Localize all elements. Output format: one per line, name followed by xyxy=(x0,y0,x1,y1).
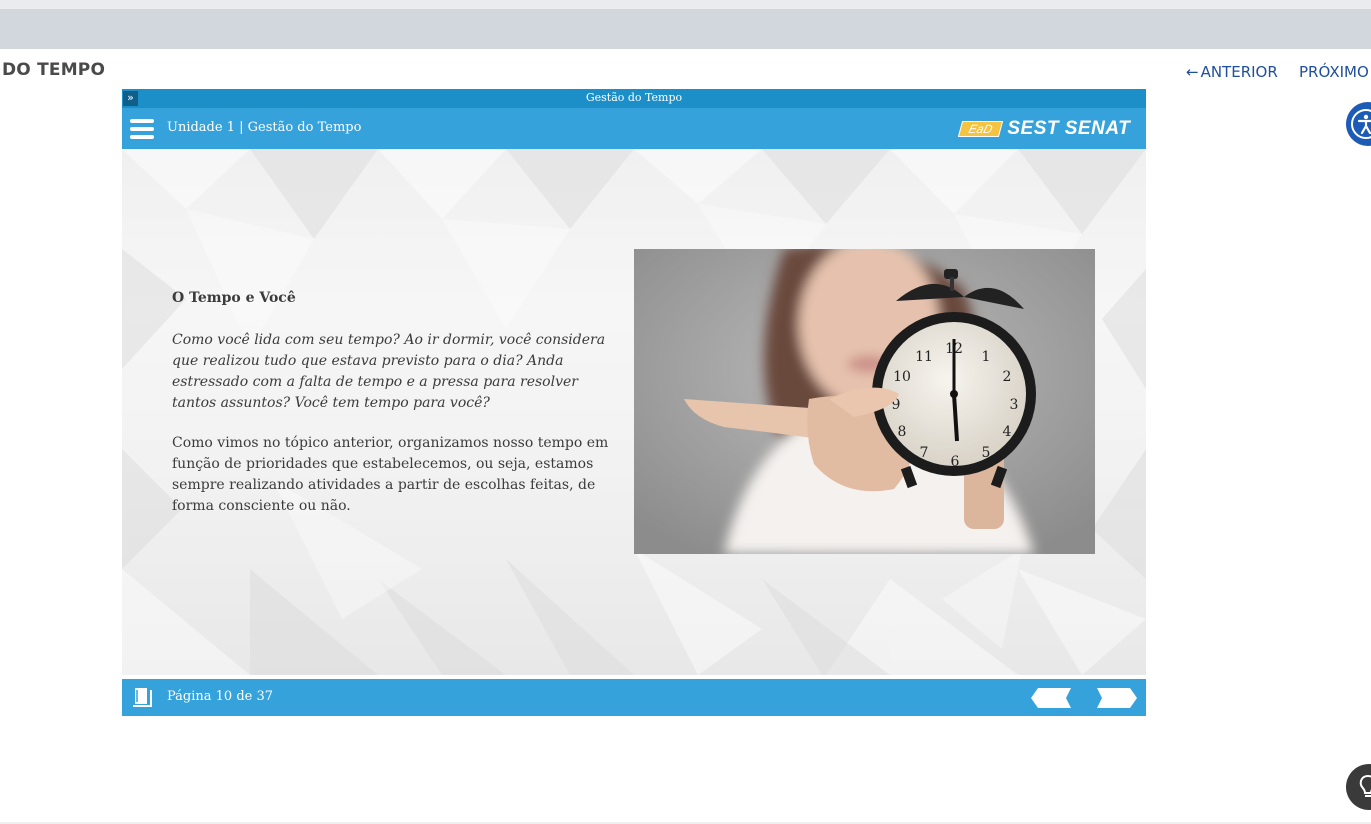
player-footer: Página 10 de 37 xyxy=(122,679,1146,716)
svg-text:2: 2 xyxy=(1003,369,1012,385)
player-title-bar: Gestão do Tempo » xyxy=(122,89,1146,108)
site-header-bar xyxy=(0,9,1371,49)
svg-text:4: 4 xyxy=(1003,424,1012,440)
arrow-left-icon[interactable] xyxy=(1030,687,1072,713)
player-header: Unidade 1 | Gestão do Tempo EaD SEST SEN… xyxy=(122,108,1146,149)
slide-content: O Tempo e Você Como você lida com seu te… xyxy=(122,149,1146,675)
slide-body-paragraph: Como vimos no tópico anterior, organizam… xyxy=(172,435,609,514)
lightbulb-icon[interactable] xyxy=(1346,764,1371,810)
next-link[interactable]: PRÓXIMO xyxy=(1299,63,1369,81)
expand-icon[interactable]: » xyxy=(123,91,138,106)
svg-text:3: 3 xyxy=(1010,397,1019,413)
sest-senat-logo: EaD SEST SENAT xyxy=(957,118,1131,139)
course-player: Gestão do Tempo » Unidade 1 | Gestão do … xyxy=(122,89,1146,716)
page-counter: Página 10 de 37 xyxy=(167,689,274,704)
svg-text:10: 10 xyxy=(893,369,911,385)
svg-text:1: 1 xyxy=(982,349,991,365)
svg-text:11: 11 xyxy=(915,349,933,365)
svg-text:5: 5 xyxy=(982,445,991,461)
previous-link[interactable]: ← ANTERIOR xyxy=(1186,63,1278,81)
alarm-clock-photo: 1212 345 678 91011 xyxy=(634,249,1095,554)
svg-text:6: 6 xyxy=(951,454,960,470)
svg-text:7: 7 xyxy=(920,445,929,461)
accessibility-icon xyxy=(1351,109,1371,139)
logo-ead-badge: EaD xyxy=(957,121,1004,137)
slide-italic-paragraph: Como você lida com seu tempo? Ao ir dorm… xyxy=(172,332,606,411)
svg-text:8: 8 xyxy=(898,424,907,440)
book-icon[interactable] xyxy=(133,686,153,709)
player-window-title: Gestão do Tempo xyxy=(585,91,683,104)
logo-text: SEST SENAT xyxy=(1007,118,1131,139)
previous-link-label: ANTERIOR xyxy=(1200,63,1278,81)
arrow-right-icon[interactable] xyxy=(1096,687,1138,713)
browser-top-strip xyxy=(0,0,1371,9)
arrow-left-icon: ← xyxy=(1186,63,1199,81)
accessibility-button[interactable] xyxy=(1346,102,1371,146)
slide-heading: O Tempo e Você xyxy=(172,290,296,306)
menu-icon[interactable] xyxy=(130,119,154,139)
page-title: DO TEMPO xyxy=(2,60,106,80)
unit-title: Unidade 1 | Gestão do Tempo xyxy=(167,120,362,135)
